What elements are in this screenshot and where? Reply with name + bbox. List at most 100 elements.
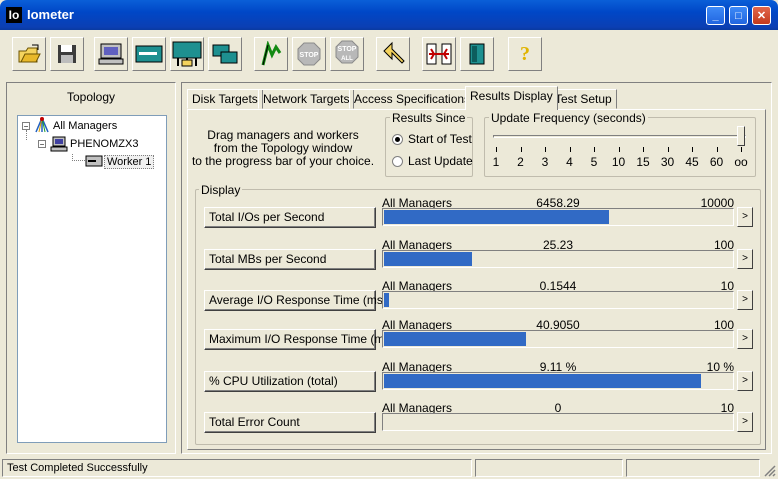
reset-workers-icon [383, 41, 405, 64]
maximize-button[interactable]: □ [729, 6, 748, 25]
duplicate-worker-button[interactable] [208, 37, 242, 71]
help-button[interactable]: ? [508, 37, 542, 71]
start-of-test-radio[interactable] [392, 134, 403, 145]
frequency-tick-mark [520, 147, 522, 152]
stop-icon: STOP [297, 42, 321, 66]
tab-network-targets[interactable]: Network Targets [258, 89, 355, 109]
save-disk-icon [58, 45, 76, 63]
svg-text:STOP: STOP [300, 52, 319, 59]
help-icon: ? [520, 42, 530, 65]
metric-select-button[interactable]: Total Error Count [204, 412, 376, 433]
metric-detail-arrow-button[interactable]: > [737, 371, 753, 391]
metric-progress-bar[interactable] [382, 330, 734, 348]
tab-access-specifications[interactable]: Access Specifications [349, 89, 476, 109]
display-title: Display [199, 183, 243, 197]
svg-text:STOP: STOP [338, 46, 357, 53]
display-button[interactable] [94, 37, 128, 71]
tree-line [26, 130, 28, 140]
tab-results-display[interactable]: Results Display [465, 86, 558, 110]
disconnect-icon [426, 43, 452, 65]
results-since-group [385, 117, 473, 177]
metric-select-button[interactable]: % CPU Utilization (total) [204, 371, 376, 392]
app-logo-icon: Io [6, 7, 22, 23]
open-folder-icon [18, 44, 41, 63]
metric-progress-fill [384, 252, 472, 266]
network-worker-button[interactable] [170, 37, 204, 71]
start-of-test-label: Start of Test [408, 132, 472, 146]
status-bar: Test Completed Successfully [0, 457, 778, 479]
metric-detail-arrow-button[interactable]: > [737, 207, 753, 227]
metric-progress-bar[interactable] [382, 250, 734, 268]
metric-detail-arrow-button[interactable]: > [737, 329, 753, 349]
frequency-tick-mark [496, 147, 497, 152]
manager-computer-icon [50, 136, 68, 152]
new-worker-icon [135, 45, 163, 63]
topology-title: Topology [66, 90, 116, 104]
toolbar: STOP STOP ALL ? [4, 31, 774, 77]
metric-progress-fill [384, 374, 701, 388]
metric-detail-arrow-button[interactable]: > [737, 249, 753, 269]
reset-workers-button[interactable] [376, 37, 410, 71]
metric-select-button[interactable]: Total MBs per Second [204, 249, 376, 270]
metric-progress-fill [384, 210, 609, 224]
metric-progress-fill [384, 293, 389, 307]
expand-phenomzx3-toggle[interactable]: − [38, 140, 46, 149]
metric-select-button[interactable]: Total I/Os per Second [204, 207, 376, 228]
worker-disk-icon [85, 155, 103, 167]
start-flag-icon [261, 41, 282, 66]
close-button[interactable]: ✕ [752, 6, 771, 25]
frequency-tick-mark [692, 147, 693, 152]
expand-all-managers-toggle[interactable]: − [22, 122, 30, 131]
update-frequency-slider-thumb[interactable] [737, 126, 745, 146]
drag-instructions: Drag managers and workers from the Topol… [191, 128, 375, 168]
frequency-tick-mark [643, 147, 644, 152]
tab-disk-targets[interactable]: Disk Targets [187, 89, 263, 109]
metric-progress-bar[interactable] [382, 291, 734, 309]
frequency-tick-label: oo [734, 155, 748, 169]
svg-text:ALL: ALL [341, 56, 353, 62]
metric-progress-fill [384, 332, 526, 346]
frequency-tick-mark [667, 147, 669, 152]
duplicate-worker-icon [212, 44, 238, 64]
minimize-button[interactable]: _ [706, 6, 725, 25]
results-since-title: Results Since [390, 111, 468, 125]
metric-detail-arrow-button[interactable]: > [737, 290, 753, 310]
status-message: Test Completed Successfully [2, 459, 472, 477]
topology-tree[interactable]: − All Managers − PHENOMZX3 Worker 1 [17, 115, 167, 443]
disconnect-button[interactable] [422, 37, 456, 71]
update-frequency-title: Update Frequency (seconds) [489, 111, 648, 125]
stop-all-button[interactable]: STOP ALL [330, 37, 364, 71]
tree-item-phenomzx3[interactable]: PHENOMZX3 [70, 138, 138, 150]
resize-grip-icon[interactable] [762, 463, 776, 477]
status-pane-2 [475, 459, 623, 477]
metric-select-button[interactable]: Average I/O Response Time (ms) [204, 290, 387, 311]
last-update-radio[interactable] [392, 156, 403, 167]
last-update-label: Last Update [408, 154, 473, 168]
results-display-page: Drag managers and workers from the Topol… [187, 109, 766, 450]
metric-progress-bar[interactable] [382, 208, 734, 226]
all-managers-icon [35, 117, 49, 133]
stop-button[interactable]: STOP [292, 37, 326, 71]
exit-icon [469, 43, 485, 65]
update-frequency-slider-track[interactable] [493, 135, 746, 138]
frequency-tick-mark [716, 147, 718, 152]
frequency-tick-mark [545, 147, 546, 152]
frequency-tick-mark [569, 147, 571, 152]
metric-detail-arrow-button[interactable]: > [737, 412, 753, 432]
tab-test-setup[interactable]: Test Setup [550, 89, 617, 109]
tree-item-worker-1[interactable]: Worker 1 [104, 155, 155, 169]
new-worker-button[interactable] [132, 37, 166, 71]
display-icon [98, 43, 124, 65]
open-config-button[interactable] [12, 37, 46, 71]
tree-item-all-managers[interactable]: All Managers [53, 120, 117, 132]
start-tests-button[interactable] [254, 37, 288, 71]
metric-progress-bar[interactable] [382, 413, 734, 431]
window-title: Iometer [27, 7, 74, 22]
exit-button[interactable] [460, 37, 494, 71]
metric-progress-bar[interactable] [382, 372, 734, 390]
metric-select-button[interactable]: Maximum I/O Response Time (ms) [204, 329, 394, 350]
frequency-tick-mark [594, 147, 595, 152]
save-config-button[interactable] [50, 37, 84, 71]
topology-panel: Topology − All Managers − PHENOMZX3 Work… [6, 82, 176, 454]
title-bar: Io Iometer _ □ ✕ [0, 0, 778, 30]
